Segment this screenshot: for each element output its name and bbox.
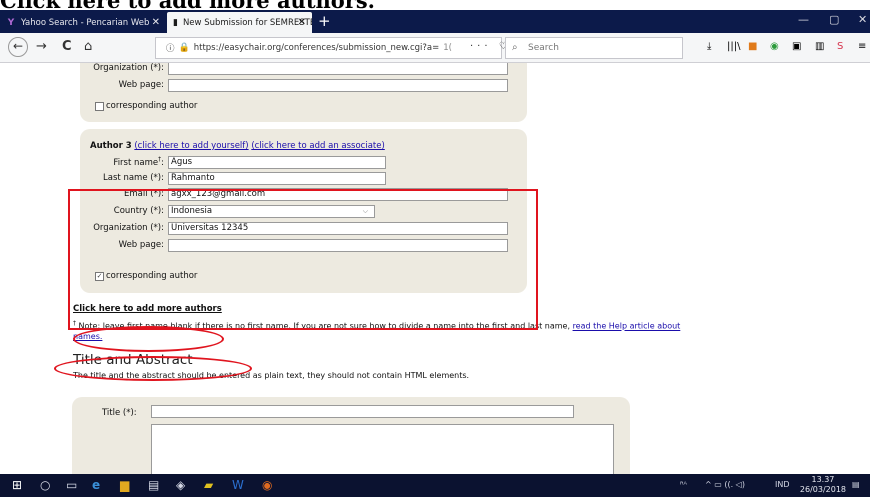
author-3-title: Author 3: [90, 141, 132, 151]
url-text-faded: 1(: [443, 43, 452, 53]
close-tab-icon[interactable]: ✕: [152, 17, 160, 28]
author-3-highlight: [68, 189, 538, 330]
caption: Click here to add more authors.: [0, 0, 375, 13]
add-yourself-link[interactable]: (click here to add yourself): [134, 141, 248, 151]
forward-button[interactable]: →: [36, 39, 47, 55]
corresponding-label: corresponding author: [106, 101, 198, 111]
close-window-icon[interactable]: ✕: [858, 13, 867, 26]
web-row: Web page:: [80, 78, 508, 92]
task-view-icon[interactable]: ▭: [66, 478, 77, 492]
corresponding-row: corresponding author: [95, 101, 197, 111]
edge-icon[interactable]: e: [92, 478, 100, 492]
first-name-row: First name†: Agus: [80, 155, 386, 169]
add-more-highlight: [54, 356, 252, 381]
author-2-box: Organization (*): Web page: correspondin…: [80, 63, 527, 122]
title-abstract-box: Title (*):: [72, 397, 630, 474]
windows-start-icon[interactable]: ⊞: [12, 478, 22, 492]
title-input[interactable]: [151, 405, 574, 418]
info-icon[interactable]: ⓘ: [166, 42, 175, 54]
tab-yahoo-search[interactable]: Y Yahoo Search - Pencarian Web ✕: [0, 12, 166, 33]
system-tray-icons[interactable]: ^ ▭ ((. ◁): [705, 480, 745, 489]
tab-label: Yahoo Search - Pencarian Web: [21, 17, 150, 28]
search-icon[interactable]: ○: [40, 478, 50, 492]
file-explorer-icon[interactable]: ▆: [120, 478, 129, 492]
last-name-row: Last name (*): Rahmanto: [80, 171, 386, 185]
corresponding-checkbox[interactable]: [95, 101, 104, 111]
corresponding-highlight: [73, 326, 224, 352]
easychair-icon: ▮: [173, 17, 178, 28]
close-tab-icon[interactable]: ✕: [298, 17, 306, 28]
search-placeholder: Search: [528, 43, 559, 53]
author-3-heading: Author 3 (click here to add yourself) (c…: [90, 141, 385, 151]
last-name-input[interactable]: Rahmanto: [168, 171, 386, 185]
minimize-icon[interactable]: —: [798, 13, 809, 26]
lock-icon: 🔒: [178, 43, 190, 53]
home-button[interactable]: ⌂: [84, 39, 92, 55]
abstract-textarea[interactable]: [151, 424, 614, 474]
extension-s-icon[interactable]: S: [837, 41, 843, 53]
reload-button[interactable]: C: [62, 39, 72, 55]
first-name-label: First name†:: [113, 156, 164, 168]
add-associate-link[interactable]: (click here to add an associate): [251, 141, 385, 151]
language-indicator[interactable]: IND: [775, 480, 790, 489]
org-input[interactable]: [168, 63, 508, 75]
title-label: Title (*):: [102, 408, 137, 418]
page-content: Organization (*): Web page: correspondin…: [0, 63, 870, 474]
reader-icon[interactable]: ▥: [815, 41, 824, 53]
screenshot-icon[interactable]: ▣: [792, 41, 801, 53]
first-name-input[interactable]: Agus: [168, 155, 386, 169]
search-input[interactable]: ⌕ Search: [505, 37, 683, 59]
tab-label: New Submission for SEMRESTE: [182, 17, 312, 28]
navigation-bar: ← → C ⌂ ⓘ 🔒 https://easychair.org/confer…: [0, 33, 870, 63]
web-input[interactable]: [168, 78, 508, 92]
org-row: Organization (*):: [80, 63, 508, 75]
url-text: https://easychair.org/conferences/submis…: [193, 43, 440, 53]
firefox-icon[interactable]: ◉: [262, 478, 272, 492]
store-icon[interactable]: ▤: [148, 478, 159, 492]
new-tab-button[interactable]: +: [318, 12, 331, 31]
photos-icon[interactable]: ◈: [176, 478, 185, 492]
last-name-label: Last name (*):: [103, 173, 164, 183]
web-label: Web page:: [118, 80, 164, 90]
tab-new-submission[interactable]: ▮ New Submission for SEMRESTE ✕: [167, 12, 312, 33]
yahoo-icon: Y: [7, 17, 15, 28]
taskbar: ⊞ ○ ▭ e ▆ ▤ ◈ ▰ W ◉ ᴿᴬ ^ ▭ ((. ◁) IND 13…: [0, 474, 870, 497]
search-icon: ⌕: [512, 42, 518, 53]
back-button[interactable]: ←: [8, 37, 28, 57]
clock[interactable]: 13.37 26/03/2018: [800, 475, 846, 495]
extension-orange-icon[interactable]: ■: [748, 41, 757, 53]
download-icon[interactable]: ⤓: [707, 41, 711, 53]
restore-icon[interactable]: ▢: [829, 13, 839, 26]
org-label: Organization (*):: [93, 63, 164, 73]
menu-icon[interactable]: ≡: [858, 41, 866, 53]
app-yellow-icon[interactable]: ▰: [204, 478, 213, 492]
extension-shield-icon[interactable]: ◉: [770, 41, 779, 53]
tab-bar: Y Yahoo Search - Pencarian Web ✕ ▮ New S…: [0, 10, 870, 33]
url-bar[interactable]: ⓘ 🔒 https://easychair.org/conferences/su…: [155, 37, 502, 59]
library-icon[interactable]: |||\: [727, 41, 740, 53]
notifications-icon[interactable]: ▤: [852, 480, 860, 489]
people-icon[interactable]: ᴿᴬ: [680, 480, 687, 489]
word-icon[interactable]: W: [232, 478, 244, 492]
